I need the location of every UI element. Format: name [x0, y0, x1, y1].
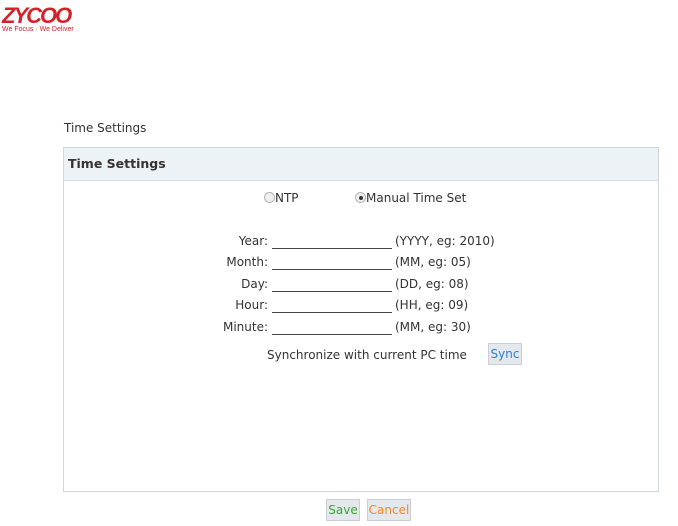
year-row: Year: (YYYY, eg: 2010) — [64, 234, 658, 252]
cancel-button[interactable]: Cancel — [367, 499, 411, 521]
minute-label: Minute: — [222, 320, 268, 334]
day-input[interactable] — [272, 277, 392, 292]
month-hint: (MM, eg: 05) — [395, 255, 471, 269]
hour-input[interactable] — [272, 298, 392, 313]
panel-title: Time Settings — [64, 148, 658, 181]
day-row: Day: (DD, eg: 08) — [64, 277, 658, 295]
brand-logo: ZYCOO We Focus · We Deliver — [2, 3, 112, 34]
year-label: Year: — [238, 234, 268, 248]
brand-tagline: We Focus · We Deliver — [2, 26, 74, 33]
minute-row: Minute: (MM, eg: 30) — [64, 320, 658, 338]
hour-row: Hour: (HH, eg: 09) — [64, 298, 658, 316]
year-input[interactable] — [272, 234, 392, 249]
day-hint: (DD, eg: 08) — [395, 277, 469, 291]
ntp-radio[interactable] — [264, 192, 275, 203]
manual-time-radio-option[interactable]: Manual Time Set — [355, 191, 466, 207]
month-label: Month: — [226, 255, 268, 269]
minute-hint: (MM, eg: 30) — [395, 320, 471, 334]
hour-hint: (HH, eg: 09) — [395, 298, 469, 312]
ntp-radio-option[interactable]: NTP — [264, 191, 299, 207]
minute-input[interactable] — [272, 320, 392, 335]
manual-time-radio[interactable] — [355, 192, 366, 203]
page-title: Time Settings — [64, 121, 147, 135]
hour-label: Hour: — [235, 298, 268, 312]
month-input[interactable] — [272, 255, 392, 270]
manual-time-label: Manual Time Set — [366, 191, 467, 205]
month-row: Month: (MM, eg: 05) — [64, 255, 658, 273]
sync-button[interactable]: Sync — [488, 343, 522, 365]
save-button[interactable]: Save — [326, 499, 360, 521]
time-settings-panel: Time Settings NTP Manual Time Set Year: … — [63, 147, 659, 492]
year-hint: (YYYY, eg: 2010) — [395, 234, 495, 248]
sync-label: Synchronize with current PC time — [267, 348, 467, 362]
ntp-label: NTP — [275, 191, 299, 205]
day-label: Day: — [241, 277, 268, 291]
